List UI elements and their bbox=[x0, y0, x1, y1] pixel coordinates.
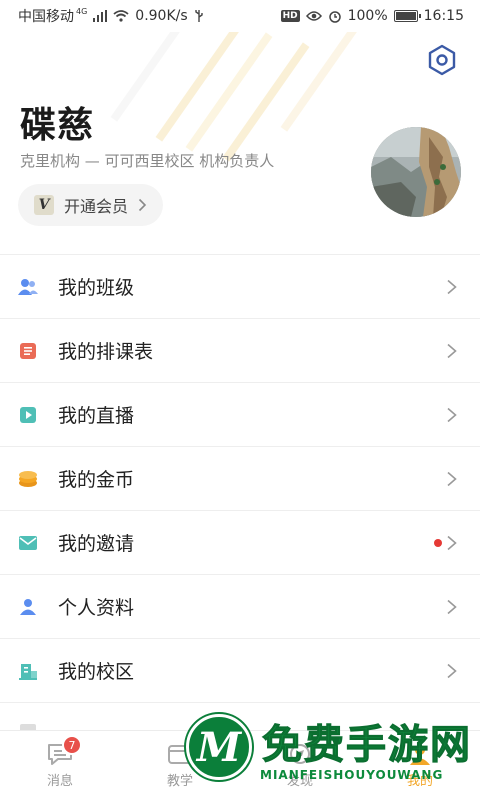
battery-icon bbox=[393, 10, 421, 22]
menu-item-my-coins[interactable]: 我的金币 bbox=[0, 447, 480, 511]
settings-button[interactable] bbox=[424, 42, 460, 78]
user-org-role: 克里机构 — 可可西里校区 机构负责人 bbox=[20, 152, 275, 170]
chevron-right-icon bbox=[447, 407, 457, 422]
open-membership-button[interactable]: V 开通会员 bbox=[18, 184, 164, 226]
user-name: 碟慈 bbox=[20, 105, 95, 146]
chevron-right-icon bbox=[447, 663, 457, 678]
menu-item-my-campus[interactable]: 我的校区 bbox=[0, 639, 480, 703]
chevron-right-icon bbox=[138, 198, 147, 212]
membership-label: 开通会员 bbox=[64, 197, 129, 216]
menu-item-my-invites[interactable]: 我的邀请 bbox=[0, 511, 480, 575]
network-type: 4G bbox=[76, 6, 88, 16]
chevron-right-icon bbox=[447, 471, 457, 486]
chevron-right-icon bbox=[447, 279, 457, 294]
coin-icon bbox=[18, 469, 38, 489]
notification-dot bbox=[434, 538, 442, 547]
decor-stripe bbox=[280, 32, 368, 132]
tab-label: 消息 bbox=[46, 774, 73, 789]
settings-hexagon-icon bbox=[428, 44, 456, 76]
class-icon bbox=[18, 277, 38, 297]
watermark-title: 免费手游网 bbox=[262, 722, 472, 769]
status-bar: 中国移动 4G 0.90K/s HD 100% 16:15 bbox=[0, 0, 480, 32]
menu-item-my-live[interactable]: 我的直播 bbox=[0, 383, 480, 447]
site-watermark: M 免费手游网 MIANFEISHOUYOUWANG bbox=[180, 708, 480, 798]
tab-messages[interactable]: 7 消息 bbox=[0, 731, 120, 800]
avatar[interactable] bbox=[371, 127, 461, 217]
profile-header: 碟慈 克里机构 — 可可西里校区 机构负责人 V 开通会员 bbox=[0, 32, 480, 254]
campus-icon bbox=[18, 661, 38, 681]
person-icon bbox=[18, 597, 38, 617]
menu-item-label: 我的校区 bbox=[58, 661, 135, 683]
signal-icon bbox=[93, 10, 108, 22]
menu-item-label: 我的邀请 bbox=[58, 533, 135, 555]
battery-percent: 100% bbox=[347, 8, 388, 24]
unread-count-badge: 7 bbox=[62, 735, 82, 755]
usb-icon bbox=[194, 10, 203, 22]
menu-item-label: 个人资料 bbox=[58, 597, 135, 619]
menu-item-label: 我的班级 bbox=[58, 277, 135, 299]
status-left: 中国移动 4G 0.90K/s bbox=[18, 6, 204, 26]
menu-list: 我的班级 我的排课表 我的直播 我的金币 我的邀请 个人资料 我的校区 bbox=[0, 254, 480, 743]
wifi-icon bbox=[113, 10, 129, 22]
avatar-photo bbox=[371, 127, 461, 217]
chevron-right-icon bbox=[447, 599, 457, 614]
clock: 16:15 bbox=[423, 8, 464, 24]
hd-icon: HD bbox=[280, 10, 300, 22]
watermark-logo-icon: M bbox=[186, 714, 252, 780]
mail-icon bbox=[18, 533, 38, 553]
menu-item-label: 我的直播 bbox=[58, 405, 135, 427]
watermark-subtitle: MIANFEISHOUYOUWANG bbox=[260, 768, 444, 782]
status-right: HD 100% 16:15 bbox=[280, 8, 464, 24]
chevron-right-icon bbox=[447, 343, 457, 358]
menu-item-personal-info[interactable]: 个人资料 bbox=[0, 575, 480, 639]
live-icon bbox=[18, 405, 38, 425]
chevron-right-icon bbox=[447, 535, 457, 550]
eye-icon bbox=[305, 11, 322, 21]
carrier-label: 中国移动 bbox=[18, 9, 74, 25]
decor-stripe bbox=[222, 42, 310, 162]
menu-item-label: 我的金币 bbox=[58, 469, 135, 491]
vip-badge-icon: V bbox=[34, 195, 54, 215]
menu-item-label: 我的排课表 bbox=[58, 341, 154, 363]
network-speed: 0.90K/s bbox=[135, 8, 188, 24]
schedule-icon bbox=[18, 341, 38, 361]
menu-item-my-class[interactable]: 我的班级 bbox=[0, 255, 480, 319]
menu-item-my-schedule[interactable]: 我的排课表 bbox=[0, 319, 480, 383]
decor-stripe bbox=[185, 32, 273, 152]
alarm-icon bbox=[328, 11, 341, 23]
